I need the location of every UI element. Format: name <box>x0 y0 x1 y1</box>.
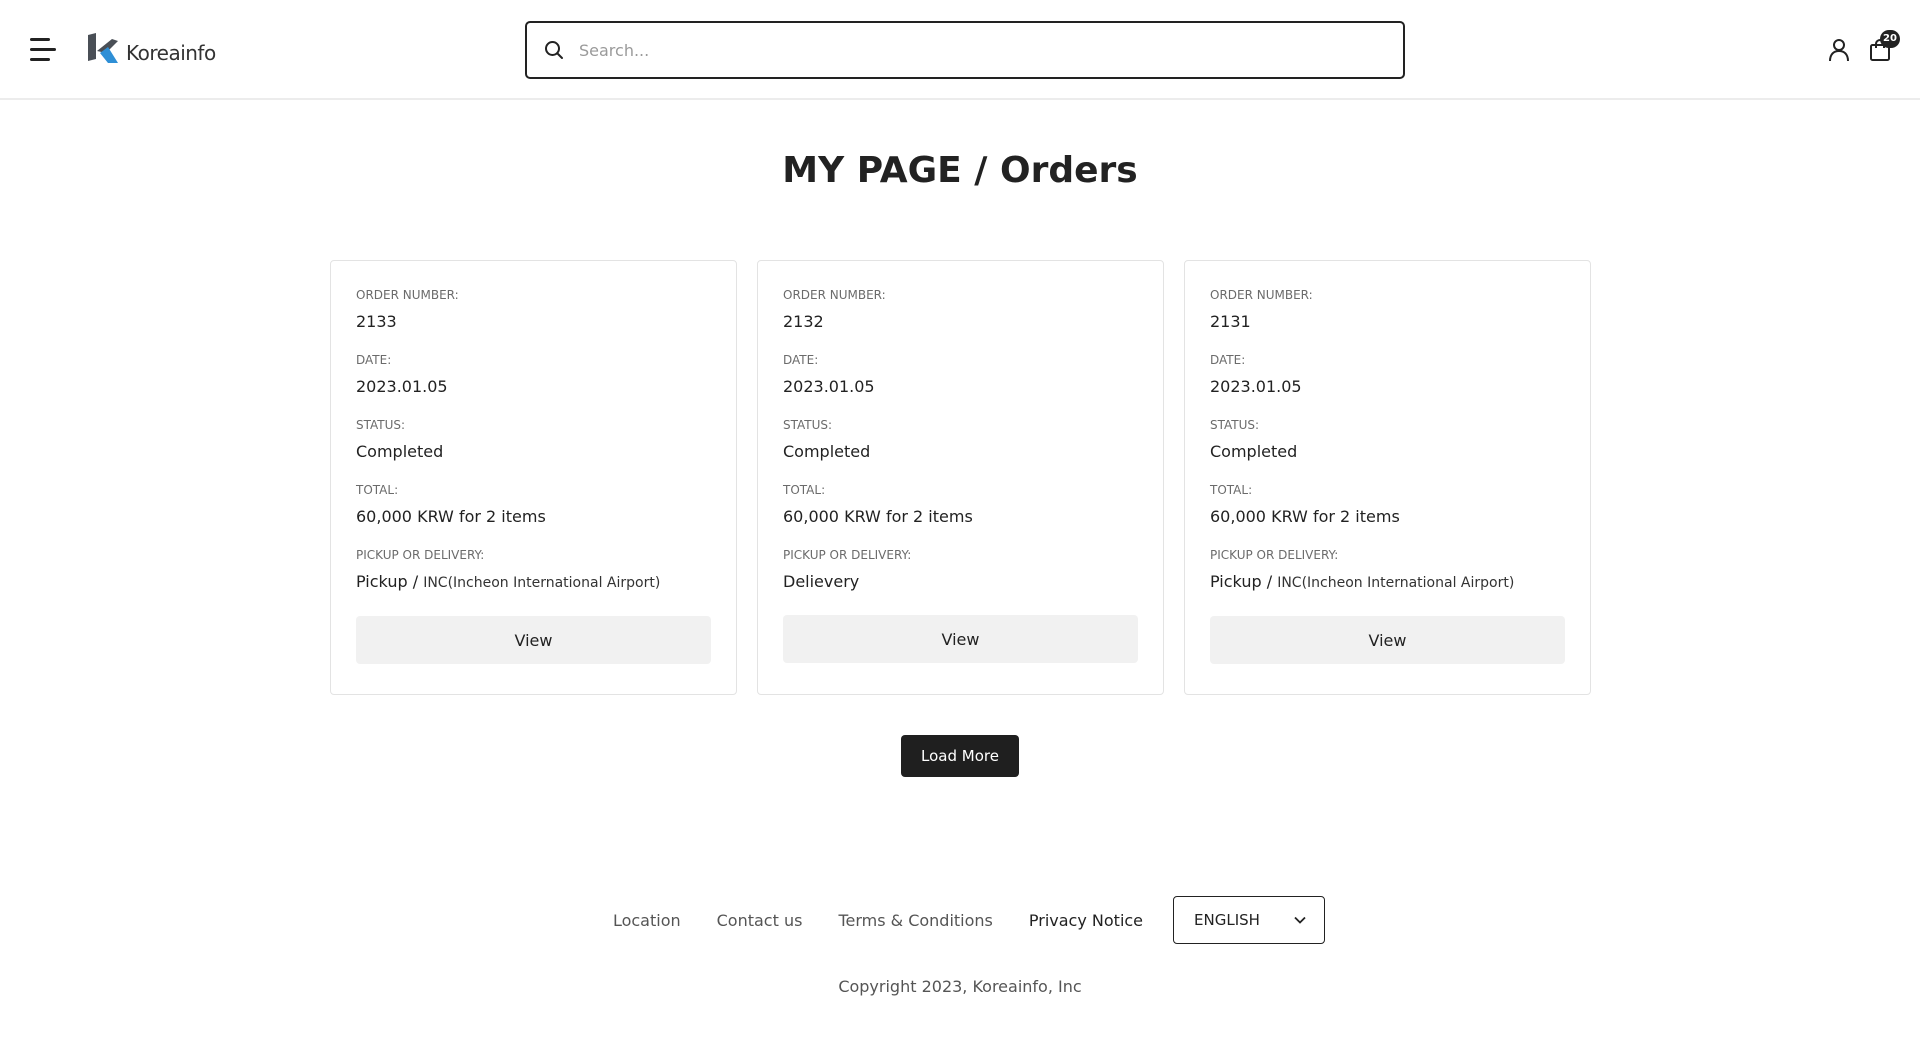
pickup-delivery-value: Pickup / INC(Incheon International Airpo… <box>1210 571 1565 594</box>
delivery-method: Pickup / <box>356 572 419 591</box>
total-label: TOTAL: <box>783 483 826 497</box>
date-value: 2023.01.05 <box>783 377 875 396</box>
cart-count-badge: 20 <box>1880 30 1900 48</box>
footer-link-terms[interactable]: Terms & Conditions <box>838 911 992 930</box>
logo-mark-icon <box>88 33 118 63</box>
date-value: 2023.01.05 <box>356 377 448 396</box>
footer-nav: Location Contact us Terms & Conditions P… <box>0 895 1920 945</box>
date-label: DATE: <box>783 353 819 367</box>
status-label: STATUS: <box>1210 418 1260 432</box>
status-value: Completed <box>1210 442 1298 461</box>
status-value: Completed <box>356 442 444 461</box>
pickup-delivery-label: PICKUP OR DELIVERY: <box>1210 548 1339 562</box>
total-value: 60,000 KRW for 2 items <box>356 507 546 526</box>
order-number-label: ORDER NUMBER: <box>356 288 459 302</box>
search-bar[interactable] <box>525 21 1405 79</box>
pickup-location: INC(Incheon International Airport) <box>1277 575 1515 591</box>
status-label: STATUS: <box>356 418 406 432</box>
delivery-method: Pickup / <box>1210 572 1273 591</box>
chevron-down-icon <box>1294 916 1306 924</box>
date-label: DATE: <box>1210 353 1246 367</box>
order-number-label: ORDER NUMBER: <box>783 288 886 302</box>
koreainfo-logo[interactable]: Koreainfo <box>88 33 216 67</box>
search-icon <box>545 41 563 59</box>
load-more-button[interactable]: Load More <box>901 735 1019 777</box>
view-order-button[interactable]: View <box>1210 616 1565 664</box>
status-value: Completed <box>783 442 871 461</box>
language-select[interactable]: ENGLISH <box>1173 896 1326 944</box>
footer-link-privacy[interactable]: Privacy Notice <box>1029 911 1143 930</box>
site-header: Koreainfo 20 <box>0 0 1920 100</box>
total-value: 60,000 KRW for 2 items <box>783 507 973 526</box>
date-label: DATE: <box>356 353 392 367</box>
order-card: ORDER NUMBER: 2131 DATE: 2023.01.05 STAT… <box>1184 260 1591 695</box>
hamburger-menu-icon[interactable] <box>30 38 60 62</box>
order-number-value: 2132 <box>783 312 824 331</box>
pickup-delivery-value: Pickup / INC(Incheon International Airpo… <box>356 571 711 594</box>
page-title: MY PAGE / Orders <box>782 150 1138 191</box>
order-number-label: ORDER NUMBER: <box>1210 288 1313 302</box>
pickup-delivery-label: PICKUP OR DELIVERY: <box>783 548 912 562</box>
pickup-delivery-label: PICKUP OR DELIVERY: <box>356 548 485 562</box>
total-label: TOTAL: <box>1210 483 1253 497</box>
date-value: 2023.01.05 <box>1210 377 1302 396</box>
user-icon[interactable] <box>1828 38 1850 62</box>
total-value: 60,000 KRW for 2 items <box>1210 507 1400 526</box>
total-label: TOTAL: <box>356 483 399 497</box>
view-order-button[interactable]: View <box>356 616 711 664</box>
pickup-delivery-value: Delievery <box>783 571 1138 593</box>
order-card: ORDER NUMBER: 2133 DATE: 2023.01.05 STAT… <box>330 260 737 695</box>
view-order-button[interactable]: View <box>783 615 1138 663</box>
footer-link-contact[interactable]: Contact us <box>717 911 803 930</box>
copyright-text: Copyright 2023, Koreainfo, Inc <box>838 977 1082 996</box>
logo-text: Koreainfo <box>126 41 216 65</box>
delivery-method: Delievery <box>783 572 860 591</box>
order-cards: ORDER NUMBER: 2133 DATE: 2023.01.05 STAT… <box>330 260 1592 695</box>
order-number-value: 2131 <box>1210 312 1251 331</box>
status-label: STATUS: <box>783 418 833 432</box>
search-input[interactable] <box>565 23 1403 77</box>
footer-link-location[interactable]: Location <box>613 911 681 930</box>
language-value: ENGLISH <box>1194 911 1260 929</box>
order-number-value: 2133 <box>356 312 397 331</box>
pickup-location: INC(Incheon International Airport) <box>423 575 661 591</box>
order-card: ORDER NUMBER: 2132 DATE: 2023.01.05 STAT… <box>757 260 1164 695</box>
